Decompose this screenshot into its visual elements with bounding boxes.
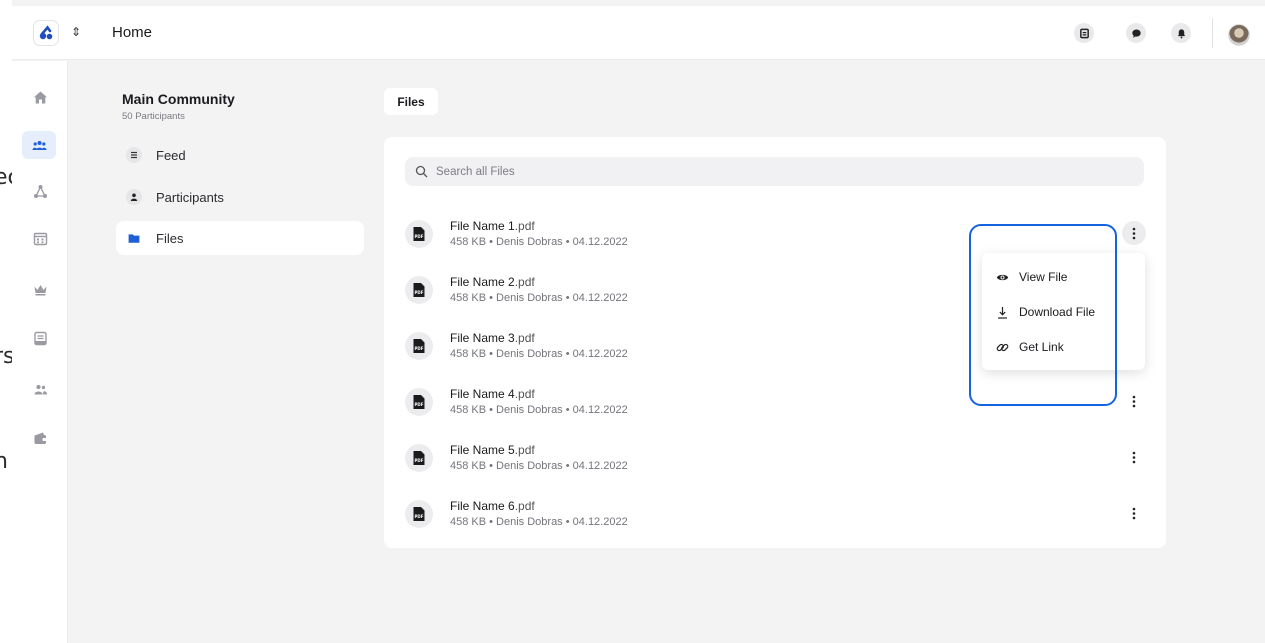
- menu-item-view-file[interactable]: View File: [996, 267, 1067, 287]
- file-meta: 458 KB • Denis Dobras • 04.12.2022: [450, 404, 628, 416]
- file-meta: 458 KB • Denis Dobras • 04.12.2022: [450, 292, 628, 304]
- search-icon: [415, 165, 428, 178]
- logo-icon: [39, 25, 53, 40]
- app-window: ⇕ Home Main Community 50 Participants Fe…: [12, 0, 1265, 643]
- svg-text:PDF: PDF: [415, 458, 424, 463]
- rail-home[interactable]: [30, 87, 50, 107]
- file-name: File Name 3.pdf: [450, 331, 535, 345]
- user-icon: [126, 189, 142, 205]
- file-context-menu: View File Download File Get Link: [982, 253, 1145, 370]
- file-options-button[interactable]: [1122, 501, 1146, 525]
- app-logo[interactable]: [33, 20, 59, 46]
- notifications-button[interactable]: [1171, 23, 1191, 43]
- rail-inbox[interactable]: [30, 328, 50, 348]
- nav-item-label: Feed: [156, 147, 186, 163]
- calendar-ticket-button[interactable]: [1074, 23, 1094, 43]
- menu-item-label: Download File: [1019, 305, 1096, 319]
- home-icon: [33, 91, 47, 103]
- chat-icon: [1131, 28, 1141, 38]
- nav-item-label: Files: [156, 230, 184, 246]
- participant-count: 50 Participants: [122, 111, 185, 122]
- file-options-button[interactable]: [1122, 445, 1146, 469]
- nav-item-files[interactable]: Files: [116, 221, 364, 255]
- file-name: File Name 4.pdf: [450, 387, 535, 401]
- pdf-file-icon: PDF: [405, 220, 433, 248]
- download-icon: [998, 306, 1007, 319]
- file-meta: 458 KB • Denis Dobras • 04.12.2022: [450, 236, 628, 248]
- rail-crown[interactable]: [30, 279, 50, 299]
- more-vertical-icon: [1132, 227, 1136, 239]
- svg-text:PDF: PDF: [415, 402, 424, 407]
- file-name: File Name 5.pdf: [450, 443, 535, 457]
- file-row[interactable]: PDF File Name 5.pdf 458 KB • Denis Dobra…: [405, 439, 1144, 479]
- file-row[interactable]: PDF File Name 1.pdf 458 KB • Denis Dobra…: [405, 215, 1146, 255]
- topbar-divider: [1212, 18, 1213, 48]
- rail-people[interactable]: [30, 379, 50, 399]
- rail-network[interactable]: [30, 181, 50, 201]
- user-avatar[interactable]: [1228, 24, 1250, 46]
- rail-calendar[interactable]: [30, 228, 50, 248]
- left-icon-rail: [12, 61, 68, 643]
- community-icon: [32, 140, 46, 150]
- page-title: Home: [112, 24, 153, 41]
- file-name: File Name 1.pdf: [450, 219, 535, 233]
- bell-icon: [1177, 28, 1185, 38]
- menu-item-label: Get Link: [1019, 340, 1064, 354]
- search-input[interactable]: [436, 165, 1036, 178]
- calendar-ticket-icon: [1079, 28, 1089, 38]
- svg-text:PDF: PDF: [415, 514, 424, 519]
- community-title: Main Community: [122, 91, 235, 107]
- file-options-button[interactable]: [1122, 221, 1146, 245]
- svg-text:PDF: PDF: [415, 234, 424, 239]
- menu-item-label: View File: [1019, 270, 1068, 284]
- community-header: Main Community 50 Participants: [122, 91, 235, 122]
- inbox-icon: [33, 331, 47, 345]
- more-vertical-icon: [1132, 507, 1136, 519]
- people-icon: [34, 384, 47, 394]
- top-bar: ⇕ Home: [12, 6, 1265, 60]
- menu-item-download-file[interactable]: Download File: [996, 302, 1095, 322]
- rail-community[interactable]: [22, 131, 56, 159]
- menu-item-get-link[interactable]: Get Link: [996, 337, 1064, 357]
- file-meta: 458 KB • Denis Dobras • 04.12.2022: [450, 348, 628, 360]
- file-name: File Name 2.pdf: [450, 275, 535, 289]
- workspace-switcher-icon[interactable]: ⇕: [71, 26, 81, 38]
- crown-icon: [34, 284, 46, 295]
- more-vertical-icon: [1132, 451, 1136, 463]
- rail-wallet[interactable]: [30, 428, 50, 448]
- pdf-file-icon: PDF: [405, 444, 433, 472]
- calendar-icon: [33, 232, 47, 245]
- file-meta: 458 KB • Denis Dobras • 04.12.2022: [450, 460, 628, 472]
- chat-button[interactable]: [1126, 23, 1146, 43]
- nav-item-participants[interactable]: Participants: [116, 180, 364, 214]
- pdf-file-icon: PDF: [405, 500, 433, 528]
- file-row[interactable]: PDF File Name 6.pdf 458 KB • Denis Dobra…: [405, 495, 1144, 535]
- link-icon: [996, 343, 1009, 351]
- nav-item-feed[interactable]: Feed: [116, 138, 364, 172]
- more-vertical-icon: [1132, 395, 1136, 407]
- wallet-icon: [34, 432, 46, 444]
- search-bar[interactable]: [405, 157, 1144, 186]
- file-options-button[interactable]: [1122, 389, 1146, 413]
- nav-item-label: Participants: [156, 189, 224, 205]
- edge-text-fragment: n: [0, 449, 8, 474]
- svg-text:PDF: PDF: [415, 290, 424, 295]
- network-icon: [33, 184, 47, 198]
- file-row[interactable]: PDF File Name 4.pdf 458 KB • Denis Dobra…: [405, 383, 1144, 423]
- feed-icon: [126, 147, 142, 163]
- folder-icon: [126, 230, 142, 246]
- pdf-file-icon: PDF: [405, 388, 433, 416]
- file-meta: 458 KB • Denis Dobras • 04.12.2022: [450, 516, 628, 528]
- pdf-file-icon: PDF: [405, 332, 433, 360]
- svg-text:PDF: PDF: [415, 346, 424, 351]
- tab-files[interactable]: Files: [384, 88, 438, 115]
- file-name: File Name 6.pdf: [450, 499, 535, 513]
- pdf-file-icon: PDF: [405, 276, 433, 304]
- eye-icon: [996, 274, 1009, 280]
